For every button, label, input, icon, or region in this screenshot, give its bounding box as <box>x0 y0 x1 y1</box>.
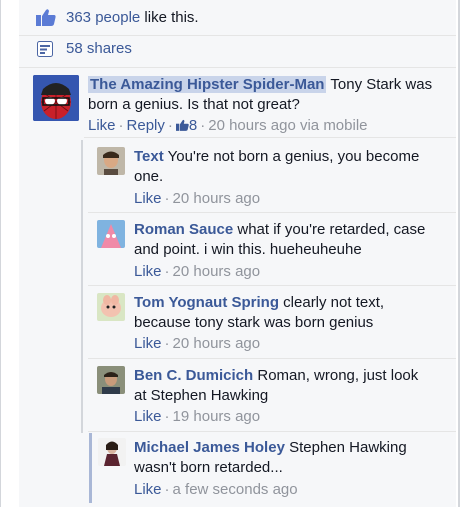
avatar[interactable] <box>97 366 125 394</box>
comment-timestamp: 20 hours ago <box>172 263 261 280</box>
comment-author[interactable]: Michael James Holey <box>134 439 285 456</box>
like-button[interactable]: Like <box>88 117 116 134</box>
divider <box>19 35 456 36</box>
comment-timestamp: 20 hours ago <box>172 190 261 207</box>
shares-summary: 58 shares <box>66 40 132 57</box>
comment-actions: Like · 20 hours ago <box>134 190 261 207</box>
likes-summary: 363 people like this. <box>66 9 199 26</box>
divider <box>88 431 456 432</box>
avatar[interactable] <box>97 293 125 321</box>
like-button[interactable]: Like <box>134 335 162 352</box>
divider <box>84 137 456 138</box>
comment-author[interactable]: Roman Sauce <box>134 221 233 238</box>
divider <box>88 285 456 286</box>
divider <box>88 358 456 359</box>
avatar[interactable] <box>97 147 125 175</box>
left-border <box>0 0 1 507</box>
thumbs-up-icon <box>36 9 56 26</box>
comment-actions: Like · Reply · 8 · 20 hours ago via mobile <box>88 117 368 134</box>
like-button[interactable]: Like <box>134 190 162 207</box>
reply-comment: Roman Sauce what if you're retarded, cas… <box>134 220 434 260</box>
thumbs-up-small-icon <box>175 119 189 131</box>
comment-timestamp: a few seconds ago <box>172 481 298 498</box>
reply-button[interactable]: Reply <box>127 117 165 134</box>
like-button[interactable]: Like <box>134 263 162 280</box>
new-reply-indicator <box>89 433 92 503</box>
divider <box>19 67 456 68</box>
comment-author[interactable]: The Amazing Hipster Spider-Man <box>88 76 327 93</box>
reply-comment: Ben C. Dumicich Roman, wrong, just look … <box>134 366 434 406</box>
reply-thread-border <box>81 140 83 433</box>
comment-text: You're not born a genius, you become one… <box>134 148 420 185</box>
comment-timestamp: 19 hours ago <box>172 408 261 425</box>
comment-timestamp: 20 hours ago via mobile <box>208 117 368 134</box>
avatar[interactable] <box>97 220 125 248</box>
avatar[interactable] <box>98 438 126 466</box>
comment-actions: Like · 19 hours ago <box>134 408 261 425</box>
comment-actions: Like · a few seconds ago <box>134 481 298 498</box>
comment-actions: Like · 20 hours ago <box>134 263 261 280</box>
likes-count-link[interactable]: 363 people <box>66 9 140 26</box>
shares-link[interactable]: 58 shares <box>66 40 132 57</box>
reply-comment: Tom Yognaut Spring clearly not text, bec… <box>134 293 434 333</box>
comment-author[interactable]: Text <box>134 148 164 165</box>
like-count[interactable]: 8 <box>189 117 197 134</box>
likes-suffix: like this. <box>140 9 199 26</box>
reply-comment: Text You're not born a genius, you becom… <box>134 147 434 187</box>
comment-author[interactable]: Tom Yognaut Spring <box>134 294 279 311</box>
comment-author[interactable]: Ben C. Dumicich <box>134 367 253 384</box>
reply-comment: Michael James Holey Stephen Hawking wasn… <box>134 438 434 478</box>
like-button[interactable]: Like <box>134 481 162 498</box>
comment-actions: Like · 20 hours ago <box>134 335 261 352</box>
divider <box>88 212 456 213</box>
comment-timestamp: 20 hours ago <box>172 335 261 352</box>
avatar[interactable] <box>33 75 79 121</box>
share-icon <box>37 41 53 57</box>
top-comment: The Amazing Hipster Spider-Man Tony Star… <box>88 75 438 115</box>
like-button[interactable]: Like <box>134 408 162 425</box>
